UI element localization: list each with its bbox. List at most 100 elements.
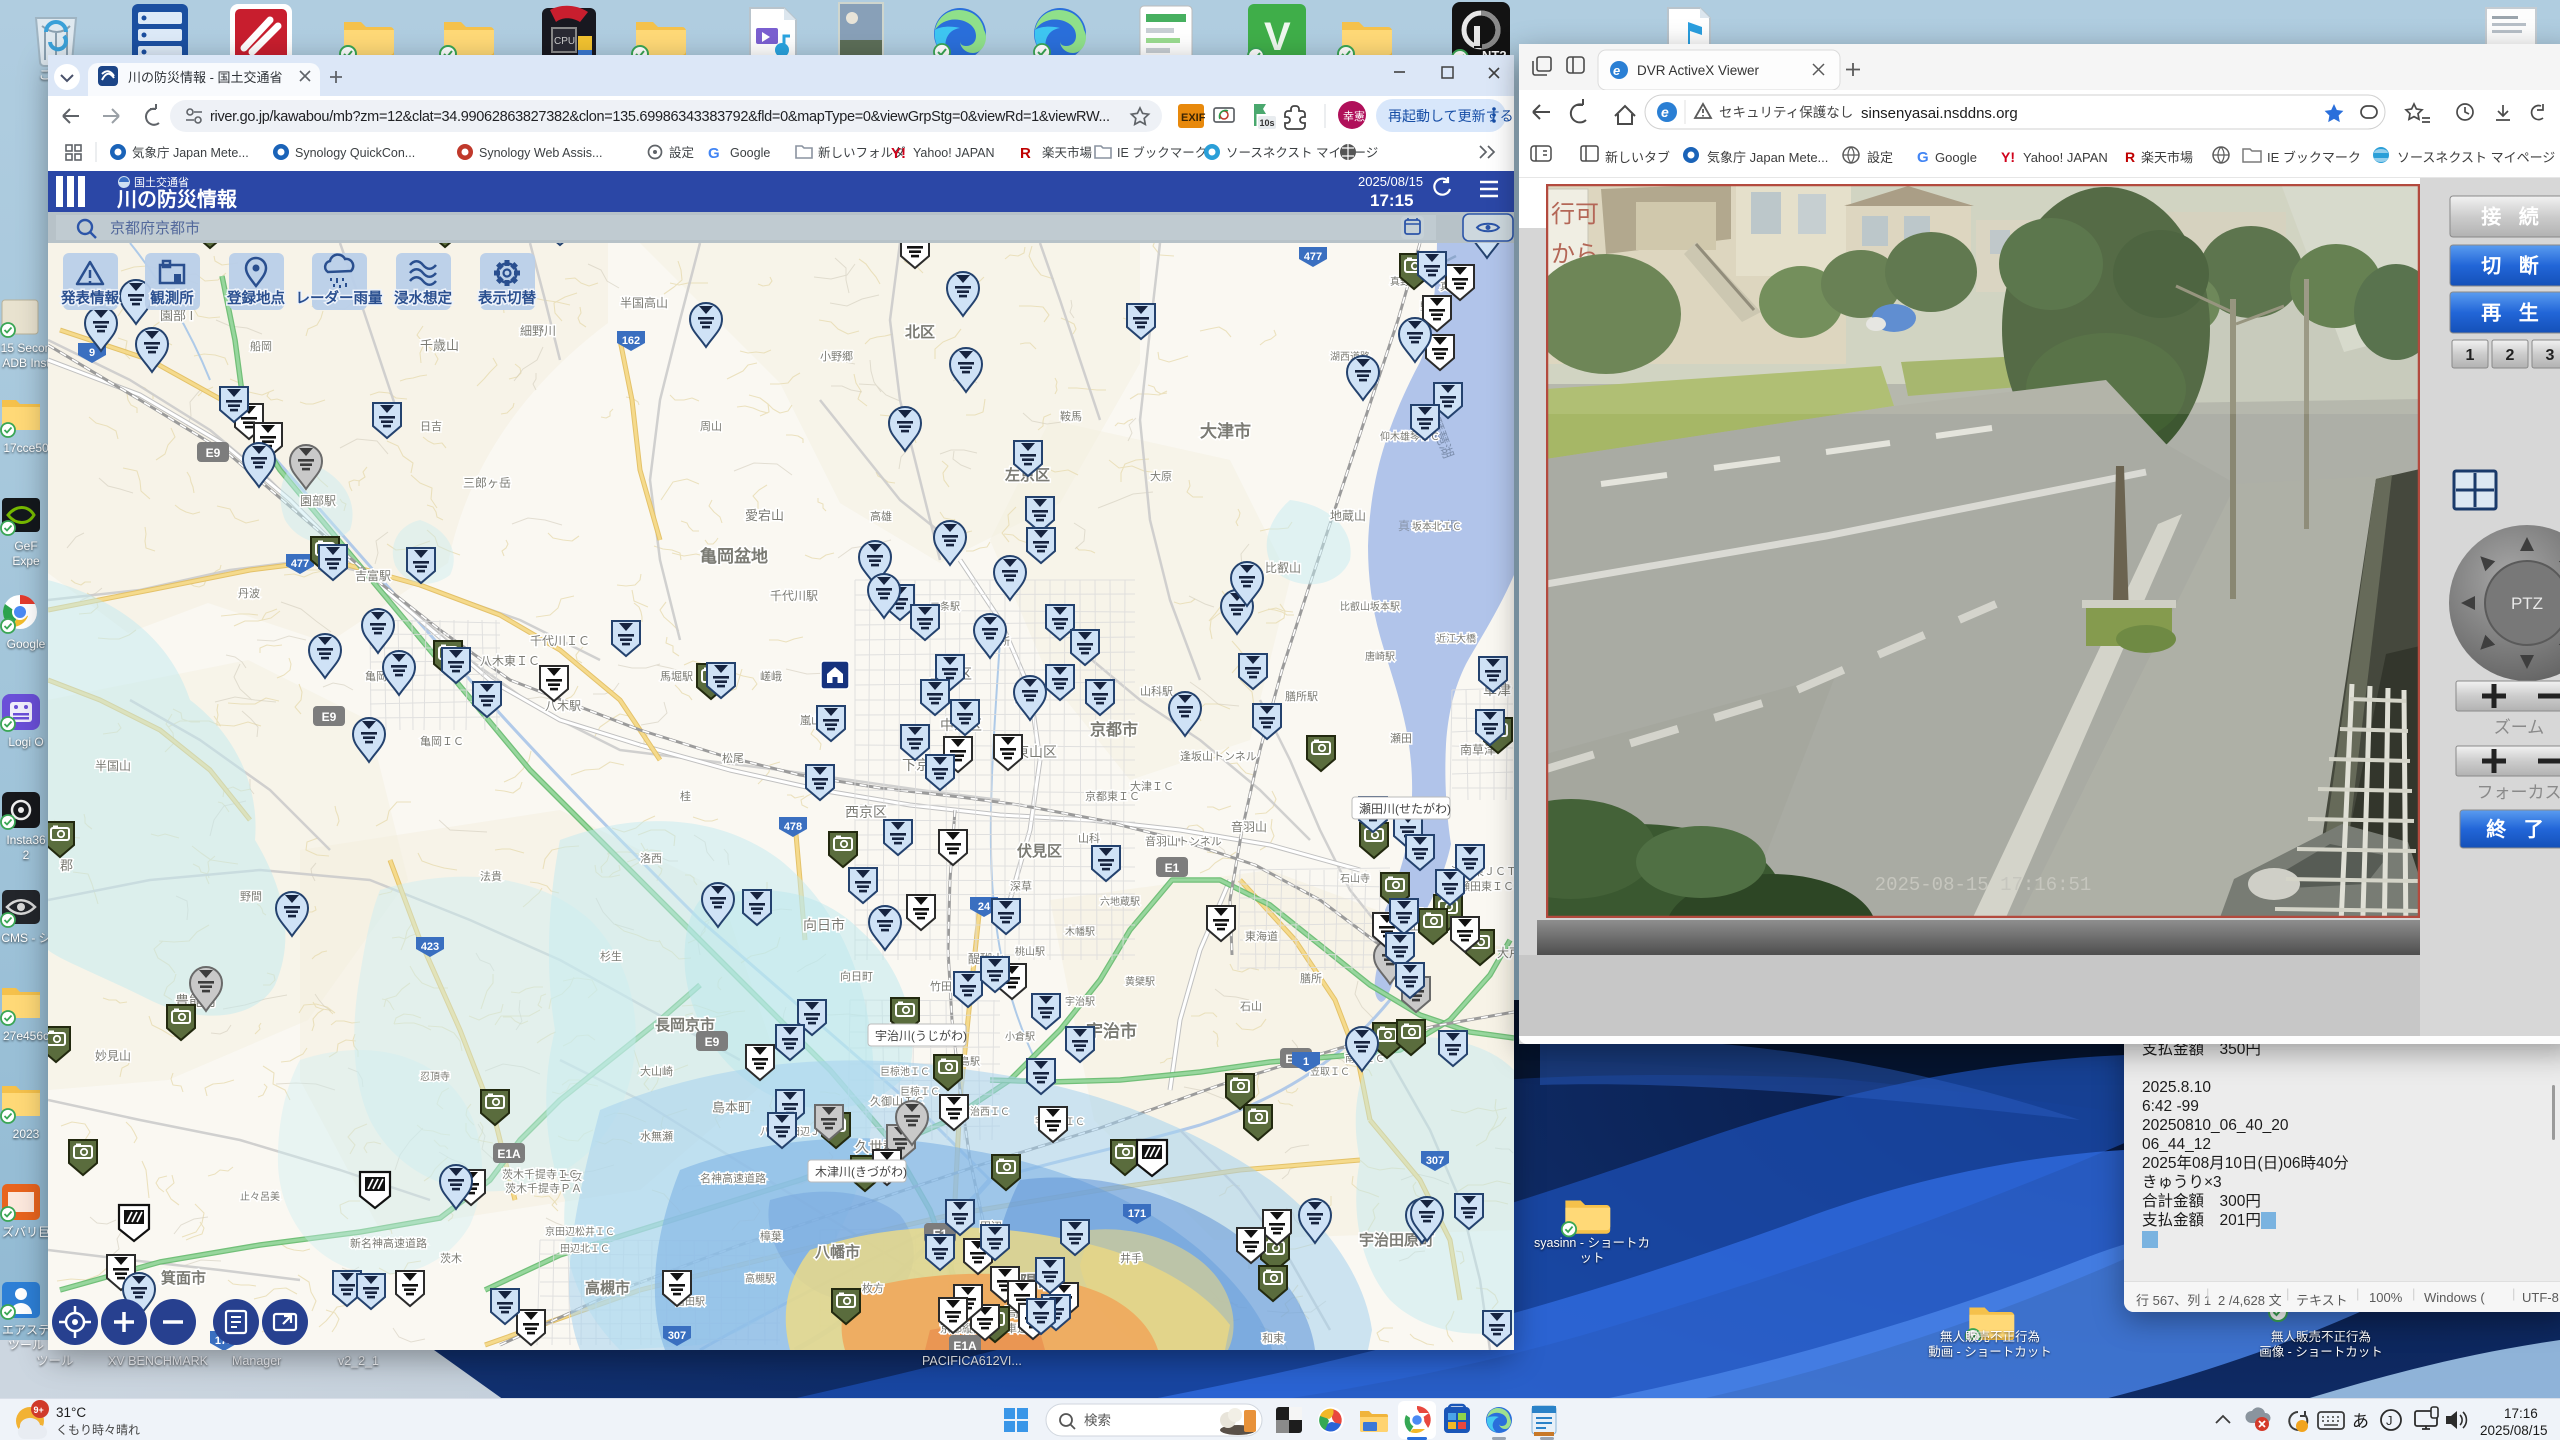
svg-text:八木東ＩＣ: 八木東ＩＣ	[480, 654, 540, 668]
svg-text:瀬田東ＩＣ: 瀬田東ＩＣ	[1459, 879, 1514, 893]
svg-text:日吉: 日吉	[420, 420, 442, 433]
svg-text:307: 307	[668, 1330, 686, 1342]
svg-text:千代川ＩＣ: 千代川ＩＣ	[530, 634, 590, 648]
svg-text:登録地点: 登録地点	[226, 289, 285, 307]
svg-text:船岡: 船岡	[250, 339, 272, 353]
svg-text:2: 2	[2506, 347, 2515, 364]
svg-text:大山崎: 大山崎	[640, 1064, 673, 1078]
svg-text:2025/08/15: 2025/08/15	[2480, 1423, 2548, 1438]
svg-text:園部駅: 園部駅	[300, 493, 336, 508]
svg-text:杉生: 杉生	[600, 949, 622, 963]
svg-text:黄檗駅: 黄檗駅	[1125, 975, 1155, 988]
svg-text:R: R	[1020, 145, 1031, 162]
svg-text:17:16: 17:16	[2504, 1406, 2538, 1421]
svg-text:PTZ: PTZ	[2511, 594, 2543, 613]
svg-text:桃山駅: 桃山駅	[1015, 945, 1045, 958]
svg-text:DVR ActiveX Viewer: DVR ActiveX Viewer	[1637, 63, 1760, 78]
svg-text:478: 478	[784, 821, 802, 833]
svg-text:石山: 石山	[1240, 1000, 1262, 1013]
svg-text:477: 477	[291, 558, 309, 570]
svg-text:307: 307	[1426, 1155, 1444, 1167]
svg-text:小倉駅: 小倉駅	[1005, 1030, 1035, 1043]
svg-text:野間: 野間	[240, 890, 262, 903]
svg-text:V: V	[1264, 15, 1291, 59]
svg-text:茨木千提寺ＰＡ: 茨木千提寺ＰＡ	[505, 1181, 582, 1195]
svg-text:法貴: 法貴	[480, 869, 502, 883]
svg-text:丹波: 丹波	[238, 587, 260, 600]
svg-text:E9: E9	[206, 446, 221, 460]
svg-text:2025-08-15 17:16:51: 2025-08-15 17:16:51	[1875, 874, 2092, 896]
svg-text:止々呂美: 止々呂美	[240, 1190, 280, 1203]
svg-text:郡: 郡	[60, 858, 73, 873]
svg-text:京田辺松井ＩＣ: 京田辺松井ＩＣ	[545, 1225, 615, 1238]
svg-text:Synology Web Assis...: Synology Web Assis...	[479, 146, 602, 160]
svg-text:六地蔵駅: 六地蔵駅	[1100, 895, 1140, 908]
svg-text:音羽山トンネル: 音羽山トンネル	[1145, 834, 1222, 848]
svg-text:2025/08/15: 2025/08/15	[1358, 174, 1423, 189]
svg-text:171: 171	[1128, 1208, 1146, 1220]
svg-text:向日市: 向日市	[803, 917, 845, 933]
svg-text:西京区: 西京区	[845, 804, 887, 820]
svg-text:観測所: 観測所	[150, 289, 194, 307]
svg-text:松尾: 松尾	[722, 751, 744, 765]
svg-text:枚方: 枚方	[862, 1281, 884, 1295]
svg-text:river.go.jp/kawabou/mb?zm=12&c: river.go.jp/kawabou/mb?zm=12&clat=34.990…	[210, 109, 1110, 125]
svg-text:フォーカス: フォーカス	[2477, 783, 2560, 802]
svg-text:31°C: 31°C	[56, 1405, 86, 1420]
svg-text:9+: 9+	[34, 1405, 44, 1415]
svg-text:逢坂山トンネル: 逢坂山トンネル	[1180, 750, 1257, 763]
svg-text:園部 I: 園部 I	[160, 308, 193, 323]
svg-text:10s: 10s	[1260, 118, 1275, 128]
svg-text:八幡市: 八幡市	[814, 1243, 860, 1261]
svg-text:妙見山: 妙見山	[95, 1049, 131, 1063]
svg-text:E9: E9	[322, 710, 337, 724]
svg-text:E1: E1	[1165, 861, 1180, 875]
svg-text:大原: 大原	[1150, 469, 1172, 483]
svg-text:Synology QuickCon...: Synology QuickCon...	[295, 146, 415, 160]
svg-text:終 了: 終 了	[2486, 817, 2550, 841]
svg-text:気象庁 Japan Mete...: 気象庁 Japan Mete...	[132, 145, 249, 160]
svg-text:くもり時々晴れ: くもり時々晴れ	[56, 1423, 140, 1437]
svg-text:川の防災情報 - 国土交通省: 川の防災情報 - 国土交通省	[128, 70, 283, 85]
svg-text:設定: 設定	[1867, 150, 1893, 165]
svg-text:Y!: Y!	[891, 145, 906, 162]
svg-text:再 生: 再 生	[2481, 302, 2545, 325]
svg-text:セキュリティ保護なし: セキュリティ保護なし	[1719, 105, 1853, 120]
svg-text:膳所: 膳所	[1300, 971, 1322, 985]
svg-text:瀬田: 瀬田	[1390, 731, 1412, 745]
svg-text:IE ブックマーク: IE ブックマーク	[1117, 145, 1207, 160]
svg-text:井手: 井手	[1120, 1251, 1142, 1265]
svg-text:千代川駅: 千代川駅	[770, 589, 818, 603]
svg-text:八木駅: 八木駅	[545, 699, 581, 713]
svg-text:石山寺: 石山寺	[1340, 873, 1370, 885]
svg-text:24: 24	[978, 901, 991, 913]
svg-text:162: 162	[622, 335, 640, 347]
svg-text:巨椋池ＩＣ: 巨椋池ＩＣ	[880, 1065, 930, 1078]
svg-text:IE ブックマーク: IE ブックマーク	[2267, 150, 2361, 165]
svg-text:坂本北ＩＣ: 坂本北ＩＣ	[1412, 520, 1462, 533]
svg-text:京都東ＩＣ: 京都東ＩＣ	[1085, 789, 1140, 803]
svg-text:ズーム: ズーム	[2494, 718, 2545, 737]
svg-text:大津市: 大津市	[1200, 421, 1251, 441]
svg-text:地蔵山: 地蔵山	[1330, 509, 1366, 523]
svg-text:竹田: 竹田	[930, 979, 952, 993]
svg-text:洛西: 洛西	[640, 851, 662, 865]
svg-text:亀岡ＩＣ: 亀岡ＩＣ	[420, 734, 464, 748]
svg-text:田辺北ＩＣ: 田辺北ＩＣ	[560, 1243, 610, 1255]
svg-text:3: 3	[2546, 347, 2555, 364]
svg-text:音羽山: 音羽山	[1231, 819, 1267, 834]
svg-text:笠取ＩＣ: 笠取ＩＣ	[1310, 1065, 1350, 1078]
svg-text:Google: Google	[730, 146, 770, 160]
svg-text:表示切替: 表示切替	[478, 289, 536, 307]
svg-text:唐崎駅: 唐崎駅	[1365, 650, 1395, 663]
svg-text:忍頂寺: 忍頂寺	[420, 1071, 450, 1083]
svg-text:周山: 周山	[700, 420, 722, 433]
svg-text:国土交通省: 国土交通省	[134, 175, 189, 189]
svg-text:Yahoo! JAPAN: Yahoo! JAPAN	[913, 146, 995, 160]
svg-text:新しいタブ: 新しいタブ	[1605, 150, 1670, 165]
svg-text:茨木千提寺ＩＣ: 茨木千提寺ＩＣ	[502, 1167, 579, 1181]
svg-text:レーダー雨量: レーダー雨量	[296, 289, 383, 307]
svg-text:半国山: 半国山	[95, 759, 131, 773]
svg-text:名神高速道路: 名神高速道路	[700, 1171, 766, 1185]
svg-text:E1A: E1A	[953, 1339, 977, 1350]
